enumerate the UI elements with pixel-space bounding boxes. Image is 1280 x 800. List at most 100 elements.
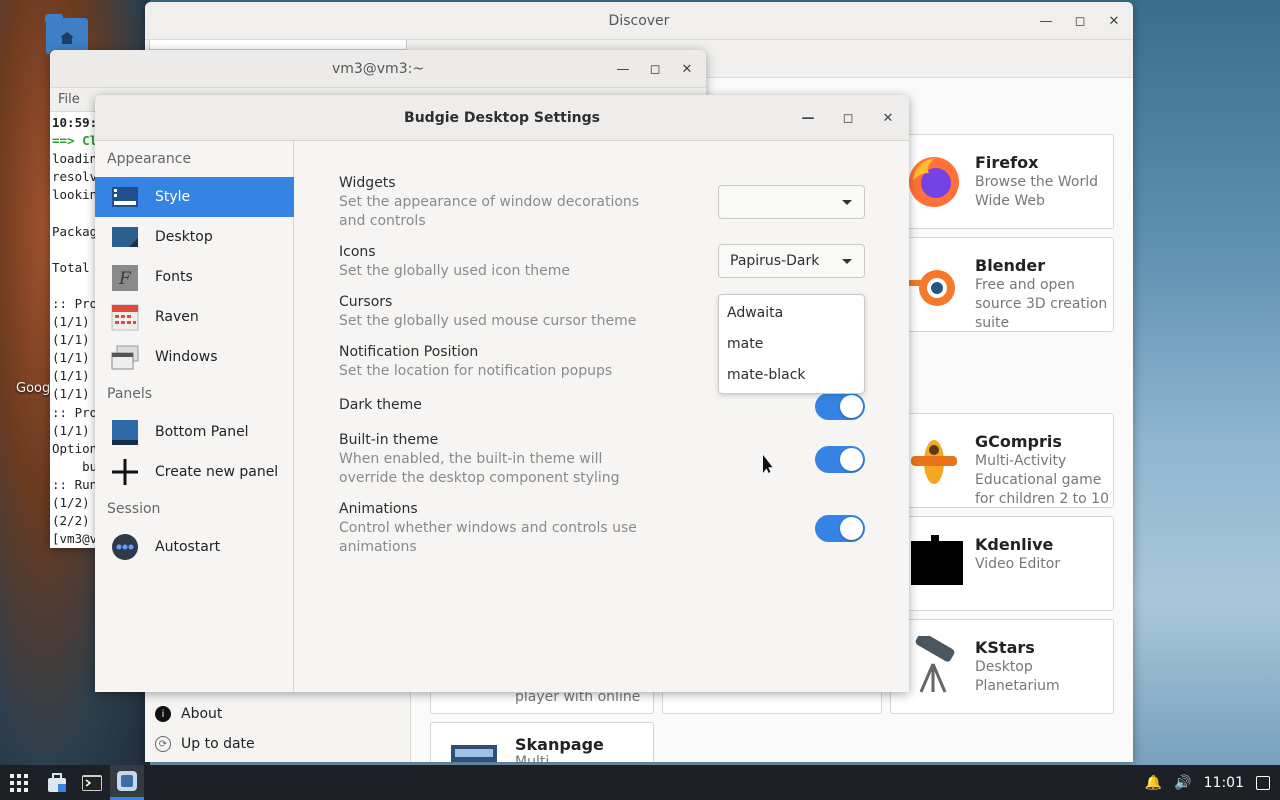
app-grid-icon[interactable]	[2, 765, 36, 800]
option-notification-desc: Set the location for notification popups	[339, 363, 613, 379]
sidebar-item-style[interactable]: Style	[95, 177, 294, 217]
discover-title: Discover	[608, 12, 670, 29]
app-name: Skanpage	[515, 735, 604, 754]
app-card-kdenlive[interactable]: Kdenlive Video Editor	[890, 516, 1114, 611]
discover-taskbar-icon[interactable]	[40, 765, 74, 800]
update-icon: ⟳	[155, 736, 171, 752]
app-name: Kdenlive	[975, 535, 1054, 554]
sidebar-item-autostart[interactable]: Autostart	[95, 527, 294, 567]
section-appearance: Appearance	[107, 151, 192, 167]
notification-bell-icon[interactable]: 🔔	[1145, 775, 1162, 791]
widgets-theme-combo[interactable]	[718, 185, 865, 219]
budgie-settings-taskbar-icon[interactable]	[110, 765, 144, 800]
discover-titlebar[interactable]: Discover — ◻ ✕	[145, 2, 1133, 40]
builtin-theme-toggle[interactable]	[815, 446, 865, 473]
minimize-icon[interactable]: —	[797, 107, 819, 129]
fonts-icon: F	[112, 265, 138, 291]
search-input[interactable]	[149, 40, 407, 50]
close-icon[interactable]: ✕	[1103, 10, 1125, 32]
windows-icon	[111, 345, 139, 370]
power-icon[interactable]	[1256, 775, 1270, 790]
sidebar-item-label: Autostart	[155, 539, 221, 555]
close-icon[interactable]: ✕	[676, 58, 698, 80]
style-icon	[112, 187, 138, 207]
app-description: Multi...	[515, 754, 563, 762]
option-builtin-desc: When enabled, the built-in theme will ov…	[339, 451, 620, 486]
popup-item-mate-black[interactable]: mate-black	[727, 367, 806, 383]
gcompris-icon	[911, 440, 957, 484]
sidebar-item-fonts[interactable]: F Fonts	[95, 257, 294, 297]
maximize-icon[interactable]: ◻	[837, 107, 859, 129]
popup-item-mate[interactable]: mate	[727, 336, 763, 352]
chevron-down-icon	[842, 200, 852, 205]
sidebar-item-bottom-panel[interactable]: Bottom Panel	[95, 412, 294, 452]
popup-item-adwaita[interactable]: Adwaita	[727, 305, 783, 321]
sidebar-item-label: Fonts	[155, 269, 193, 285]
settings-content: Widgets Set the appearance of window dec…	[295, 141, 909, 692]
app-card-firefox[interactable]: Firefox Browse the World Wide Web	[890, 134, 1114, 229]
autostart-icon	[112, 534, 138, 560]
clock[interactable]: 11:01	[1204, 775, 1244, 791]
app-card-gcompris[interactable]: GCompris Multi-Activity Educational game…	[890, 413, 1114, 508]
desktop-label[interactable]: Goog	[16, 381, 50, 396]
home-folder-icon[interactable]	[45, 14, 88, 54]
app-description: Browse the World Wide Web	[975, 174, 1098, 209]
app-name: Firefox	[975, 153, 1039, 172]
sidebar-item-up-to-date[interactable]: ⟳ Up to date	[155, 736, 255, 752]
section-session: Session	[107, 501, 161, 517]
sidebar-item-label: About	[181, 706, 223, 722]
option-notification-title: Notification Position	[339, 344, 479, 360]
sidebar-item-raven[interactable]: Raven	[95, 297, 294, 337]
sidebar-item-label: Raven	[155, 309, 199, 325]
sidebar-item-about[interactable]: i About	[155, 706, 222, 722]
app-description: Video Editor	[975, 556, 1061, 572]
option-dark-theme-title: Dark theme	[339, 397, 422, 413]
app-card-kstars[interactable]: KStars Desktop Planetarium	[890, 619, 1114, 714]
app-description: Desktop Planetarium	[975, 659, 1060, 694]
animations-toggle[interactable]	[815, 515, 865, 542]
sidebar-item-label: Windows	[155, 349, 218, 365]
option-icons-desc: Set the globally used icon theme	[339, 263, 571, 279]
sidebar-item-label: Style	[155, 189, 191, 205]
app-card-blender[interactable]: Blender Free and open source 3D creation…	[890, 237, 1114, 332]
app-card-skanpage[interactable]: Skanpage Multi...	[430, 722, 654, 762]
sidebar-item-windows[interactable]: Windows	[95, 337, 294, 377]
cursor-theme-popup: Adwaita mate mate-black	[718, 294, 865, 394]
volume-icon[interactable]: 🔊	[1174, 775, 1191, 791]
maximize-icon[interactable]: ◻	[644, 58, 666, 80]
sidebar-item-label: Create new panel	[155, 464, 279, 480]
option-widgets-title: Widgets	[339, 175, 396, 191]
sidebar-item-desktop[interactable]: Desktop	[95, 217, 294, 257]
firefox-icon	[909, 157, 959, 207]
kdenlive-icon	[911, 535, 963, 585]
sidebar-item-label: Bottom Panel	[155, 424, 249, 440]
combo-value: Papirus-Dark	[730, 253, 820, 269]
sidebar-item-label: Up to date	[181, 736, 255, 752]
dark-theme-toggle[interactable]	[815, 393, 865, 420]
option-builtin-title: Built-in theme	[339, 432, 439, 448]
option-cursors-desc: Set the globally used mouse cursor theme	[339, 313, 637, 329]
close-icon[interactable]: ✕	[877, 107, 899, 129]
settings-sidebar: Appearance Style Desktop F Fonts Raven W…	[95, 141, 294, 692]
section-panels: Panels	[107, 386, 153, 402]
budgie-title: Budgie Desktop Settings	[404, 109, 600, 126]
maximize-icon[interactable]: ◻	[1069, 10, 1091, 32]
skanpage-icon	[451, 745, 497, 762]
terminal-taskbar-icon[interactable]	[75, 765, 109, 800]
budgie-titlebar[interactable]: Budgie Desktop Settings — ◻ ✕	[95, 95, 909, 141]
icons-theme-combo[interactable]: Papirus-Dark	[718, 244, 865, 278]
option-animations-title: Animations	[339, 501, 418, 517]
app-name: GCompris	[975, 432, 1062, 451]
system-tray: 🔔 🔊 11:01	[1145, 765, 1280, 800]
svg-text:F: F	[118, 269, 132, 289]
sidebar-item-create-panel[interactable]: Create new panel	[95, 452, 294, 492]
option-widgets-desc: Set the appearance of window decorations…	[339, 194, 640, 229]
option-cursors-title: Cursors	[339, 294, 393, 310]
plus-icon	[112, 459, 138, 485]
terminal-titlebar[interactable]: vm3@vm3:~ — ◻ ✕	[50, 50, 706, 88]
minimize-icon[interactable]: —	[1035, 10, 1057, 32]
minimize-icon[interactable]: —	[612, 58, 634, 80]
app-name: KStars	[975, 638, 1035, 657]
menu-file[interactable]: File	[58, 92, 80, 107]
taskbar: 🔔 🔊 11:01	[0, 765, 1280, 800]
